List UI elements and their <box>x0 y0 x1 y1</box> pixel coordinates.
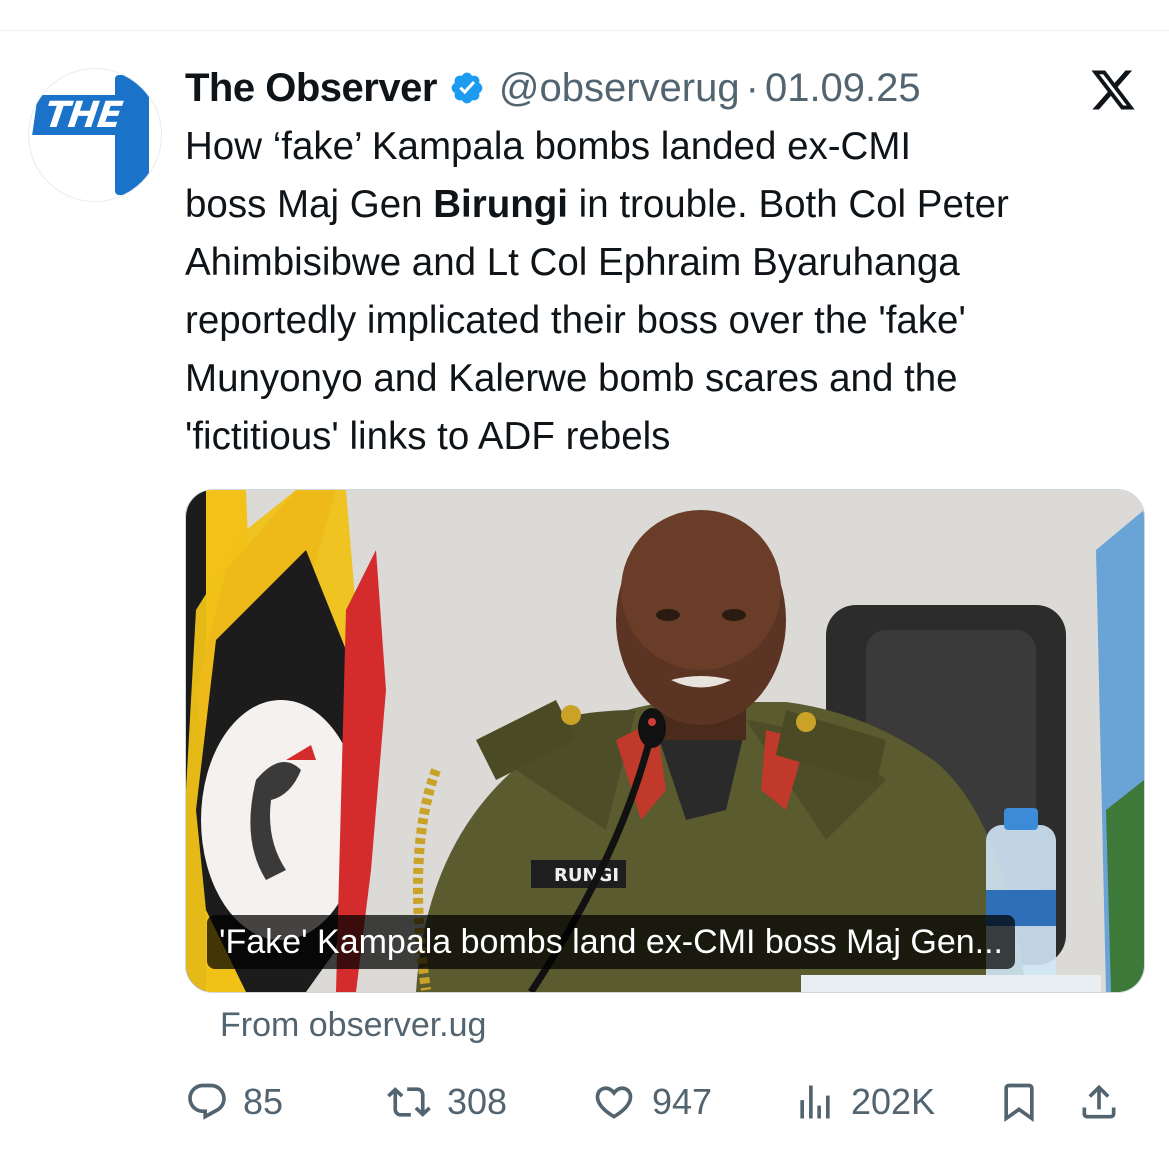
repost-icon <box>387 1087 431 1117</box>
like-count: 947 <box>652 1081 713 1122</box>
x-logo-icon <box>1091 70 1135 110</box>
bookmark-icon <box>1004 1083 1034 1123</box>
repost-count: 308 <box>447 1081 508 1122</box>
views-button[interactable]: 202K <box>793 1072 935 1132</box>
share-icon <box>1082 1084 1116 1119</box>
display-name[interactable]: The Observer <box>185 66 437 111</box>
heart-icon <box>595 1086 633 1119</box>
handle[interactable]: @observerug <box>499 66 740 111</box>
avatar-logo-arc <box>155 99 161 169</box>
avatar-logo-bar <box>115 75 149 195</box>
tweet-text: How ‘fake’ Kampala bombs landed ex-CMI b… <box>185 118 1145 466</box>
share-button[interactable] <box>1077 1072 1121 1132</box>
like-button[interactable]: 947 <box>590 1072 712 1132</box>
top-divider <box>0 30 1169 31</box>
separator-dot: · <box>745 65 759 110</box>
tweet-text-bold: Birungi <box>433 183 568 226</box>
avatar[interactable]: THE <box>28 68 162 202</box>
bookmark-button[interactable] <box>997 1072 1041 1132</box>
name-tag-text: RUNGI <box>554 865 619 886</box>
reply-button[interactable]: 85 <box>185 1072 283 1132</box>
reply-count: 85 <box>243 1081 284 1122</box>
tweet-date[interactable]: 01.09.25 <box>765 66 921 111</box>
tweet-header: The Observer @observerug · 01.09.25 <box>185 64 921 112</box>
views-count: 202K <box>851 1081 936 1122</box>
reply-icon <box>188 1083 226 1120</box>
media-caption[interactable]: 'Fake' Kampala bombs land ex-CMI boss Ma… <box>207 915 1015 969</box>
link-source[interactable]: From observer.ug <box>220 1006 486 1045</box>
verified-badge-icon <box>451 72 483 104</box>
action-bar: 85 308 947 202K <box>185 1072 1145 1132</box>
avatar-logo-text: THE <box>32 95 131 136</box>
views-icon <box>800 1085 830 1119</box>
repost-button[interactable]: 308 <box>385 1072 507 1132</box>
